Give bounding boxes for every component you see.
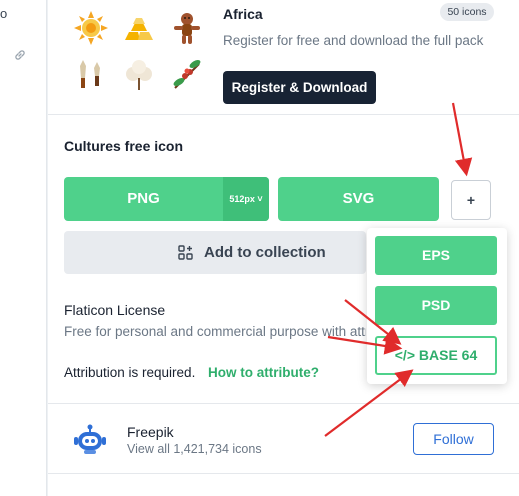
add-collection-icon	[178, 245, 193, 260]
pack-title[interactable]: Africa	[223, 6, 263, 22]
link-icon[interactable]	[14, 49, 26, 64]
how-to-attribute-link[interactable]: How to attribute?	[208, 365, 319, 380]
license-title: Flaticon License	[64, 302, 166, 318]
add-to-collection-button[interactable]: Add to collection	[64, 231, 366, 274]
pack-description: Register for free and download the full …	[223, 33, 484, 48]
sun-icon	[74, 11, 108, 45]
more-formats-button[interactable]: +	[451, 180, 491, 220]
knives-icon	[80, 60, 100, 88]
author-icon-count[interactable]: View all 1,421,734 icons	[127, 442, 262, 456]
left-cut-text: o	[0, 6, 8, 21]
coffee-branch-icon	[173, 60, 201, 89]
section-divider	[48, 114, 519, 115]
follow-button[interactable]: Follow	[413, 423, 494, 455]
pack-count-badge: 50 icons	[440, 3, 494, 21]
section-divider	[48, 403, 519, 404]
register-download-button[interactable]: Register & Download	[223, 71, 376, 104]
attribution-text: Attribution is required.	[64, 365, 196, 380]
psd-download-button[interactable]: PSD	[375, 286, 497, 325]
png-label: PNG	[127, 190, 160, 207]
svg-download-button[interactable]: SVG	[278, 177, 439, 221]
voodoo-doll-icon	[174, 13, 200, 44]
base64-button[interactable]: </> BASE 64	[375, 336, 497, 375]
section-divider	[48, 473, 519, 474]
cotton-icon	[126, 60, 152, 90]
eps-download-button[interactable]: EPS	[375, 236, 497, 275]
icon-title: Cultures free icon	[64, 138, 184, 154]
license-description: Free for personal and commercial purpose…	[64, 324, 366, 339]
freepik-robot-icon[interactable]	[72, 423, 108, 455]
author-name[interactable]: Freepik	[127, 424, 174, 440]
png-download-button[interactable]: PNG 512px ˅	[64, 177, 269, 221]
left-sidebar-strip: o	[0, 0, 47, 496]
add-to-collection-label: Add to collection	[204, 244, 326, 261]
png-size-dropdown[interactable]: 512px ˅	[223, 177, 269, 221]
pack-icon-grid[interactable]	[73, 6, 213, 96]
gold-bars-icon	[125, 18, 153, 40]
